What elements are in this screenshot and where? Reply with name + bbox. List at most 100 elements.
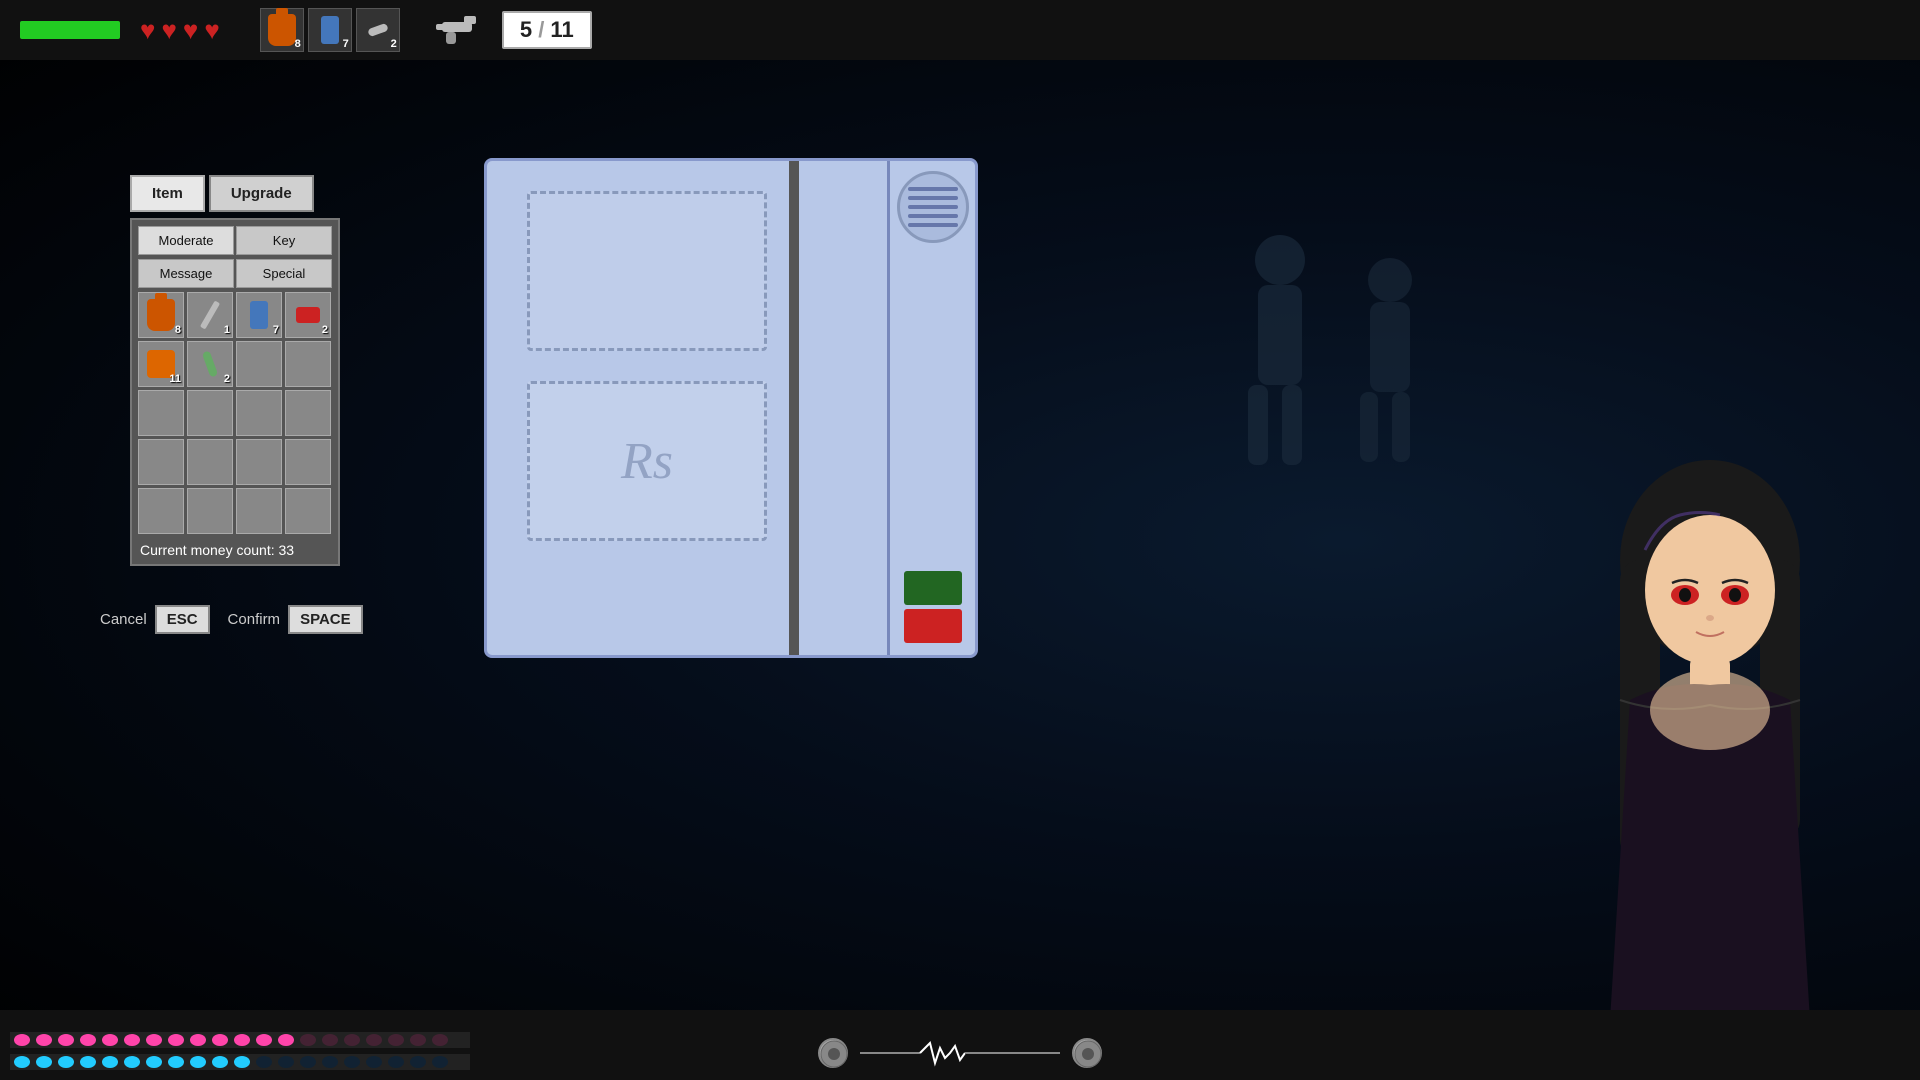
speaker-line-2 [908, 196, 958, 200]
heart-2: ♥ [161, 15, 176, 46]
grid-cell-4[interactable]: 11 [138, 341, 184, 387]
filter-special[interactable]: Special [236, 259, 332, 288]
cell-count-3: 2 [322, 324, 328, 336]
inv-panel-inner: Moderate Key Message Special 8 1 7 2 [130, 218, 340, 566]
grid-cell-1[interactable]: 1 [187, 292, 233, 338]
sound-wave-area [818, 1038, 1102, 1068]
gun-container [432, 8, 482, 53]
cancel-key[interactable]: ESC [155, 605, 210, 634]
hud-item-2-count: 7 [343, 38, 349, 50]
shop-divider [789, 161, 799, 655]
cell-count-2: 7 [273, 324, 279, 336]
grid-cell-16[interactable] [138, 488, 184, 534]
grid-cell-3[interactable]: 2 [285, 292, 331, 338]
shop-red-button[interactable] [904, 609, 962, 643]
hud-item-1-icon [268, 14, 296, 46]
grid-cell-9[interactable] [187, 390, 233, 436]
heart-1: ♥ [140, 15, 155, 46]
cell-count-0: 8 [175, 324, 181, 336]
hearts-container: ♥ ♥ ♥ ♥ [140, 15, 220, 46]
pink-dots-filled [14, 1034, 448, 1046]
sound-icon-left [818, 1038, 848, 1068]
grid-cell-15[interactable] [285, 439, 331, 485]
tab-upgrade[interactable]: Upgrade [209, 175, 314, 212]
grid-cell-18[interactable] [236, 488, 282, 534]
speaker-icon [897, 171, 969, 243]
filter-key[interactable]: Key [236, 226, 332, 255]
background-figures [1100, 80, 1500, 780]
money-count: Current money count: 33 [138, 542, 332, 558]
grid-cell-13[interactable] [187, 439, 233, 485]
item-orange-bottle [147, 299, 175, 331]
hud-item-1-count: 8 [295, 38, 301, 50]
speaker-line-5 [908, 223, 958, 227]
confirm-key[interactable]: SPACE [288, 605, 363, 634]
shop-sidebar [887, 161, 975, 655]
wave-svg [860, 1038, 1060, 1068]
hud-item-3-count: 2 [391, 38, 397, 50]
speaker-line-1 [908, 187, 958, 191]
filter-row-1: Moderate Key [138, 226, 332, 255]
grid-cell-2[interactable]: 7 [236, 292, 282, 338]
confirm-label: Confirm [228, 611, 281, 628]
item-knife [200, 301, 220, 330]
hud-item-slots: 8 7 2 [260, 8, 400, 52]
heart-4: ♥ [204, 15, 219, 46]
sound-icon-left-svg [820, 1040, 848, 1068]
sound-icon-right-svg [1074, 1040, 1102, 1068]
hud-item-3-icon [367, 23, 389, 37]
speaker-lines [908, 187, 958, 227]
progress-bars [10, 1032, 470, 1070]
gun-icon [432, 8, 482, 48]
grid-cell-17[interactable] [187, 488, 233, 534]
shop-panel: Rs [484, 158, 978, 658]
item-red [296, 307, 320, 323]
grid-cell-11[interactable] [285, 390, 331, 436]
filter-row-2: Message Special [138, 259, 332, 288]
shop-main-area: Rs [487, 161, 887, 655]
hud-item-1[interactable]: 8 [260, 8, 304, 52]
shop-slot-bottom: Rs [527, 381, 767, 541]
item-syringe [202, 350, 218, 377]
health-bar [20, 21, 120, 39]
pink-bar-svg [10, 1032, 470, 1048]
hud-item-3[interactable]: 2 [356, 8, 400, 52]
heart-3: ♥ [183, 15, 198, 46]
item-blue-spray [250, 301, 268, 329]
cyan-bar-svg [10, 1054, 470, 1070]
hud-item-2[interactable]: 7 [308, 8, 352, 52]
inventory-panel: Item Upgrade Moderate Key Message Specia… [130, 175, 340, 566]
grid-cell-8[interactable] [138, 390, 184, 436]
hud-item-2-icon [321, 16, 339, 44]
tab-item[interactable]: Item [130, 175, 205, 212]
tab-row: Item Upgrade [130, 175, 340, 212]
confirm-bar: Cancel ESC Confirm SPACE [100, 605, 363, 634]
shop-green-button[interactable] [904, 571, 962, 605]
grid-cell-14[interactable] [236, 439, 282, 485]
grid-cell-5[interactable]: 2 [187, 341, 233, 387]
grid-cell-10[interactable] [236, 390, 282, 436]
inventory-grid: 8 1 7 2 11 2 [138, 292, 332, 534]
progress-bar-pink [10, 1032, 470, 1048]
grid-cell-7[interactable] [285, 341, 331, 387]
character-svg [1500, 420, 1920, 1020]
grid-cell-6[interactable] [236, 341, 282, 387]
cell-count-5: 2 [224, 373, 230, 385]
grid-cell-19[interactable] [285, 488, 331, 534]
filter-message[interactable]: Message [138, 259, 234, 288]
filter-moderate[interactable]: Moderate [138, 226, 234, 255]
grid-cell-12[interactable] [138, 439, 184, 485]
progress-bar-cyan [10, 1054, 470, 1070]
cancel-label: Cancel [100, 611, 147, 628]
rs-symbol: Rs [621, 432, 673, 491]
speaker-line-3 [908, 205, 958, 209]
cell-count-4: 11 [169, 373, 181, 385]
ammo-counter: 5 / 11 [502, 11, 592, 49]
character-portrait [1500, 420, 1920, 1020]
bottom-hud [0, 1010, 1920, 1080]
grid-cell-0[interactable]: 8 [138, 292, 184, 338]
shop-slot-top [527, 191, 767, 351]
cell-count-1: 1 [224, 324, 230, 336]
sound-icon-right [1072, 1038, 1102, 1068]
speaker-line-4 [908, 214, 958, 218]
